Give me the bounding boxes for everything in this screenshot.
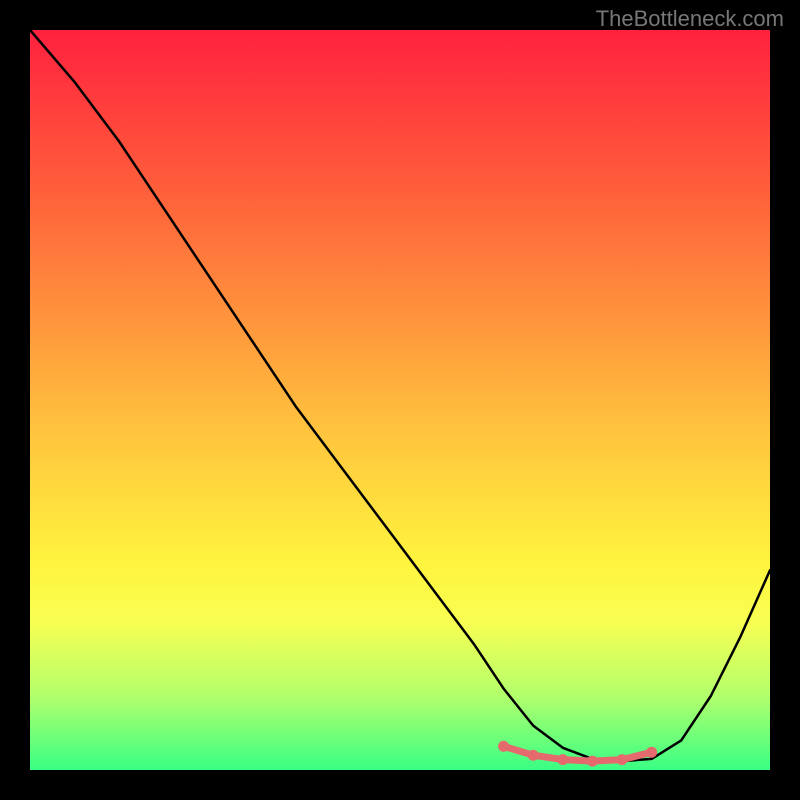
highlight-dot xyxy=(617,754,628,765)
highlight-dot xyxy=(587,756,598,767)
chart-svg xyxy=(30,30,770,770)
highlight-dot xyxy=(528,750,539,761)
highlight-dot xyxy=(646,747,657,758)
main-curve xyxy=(30,30,770,761)
highlight-dot xyxy=(557,754,568,765)
watermark-text: TheBottleneck.com xyxy=(596,6,784,32)
plot-frame xyxy=(30,30,770,770)
highlight-dot xyxy=(498,741,509,752)
